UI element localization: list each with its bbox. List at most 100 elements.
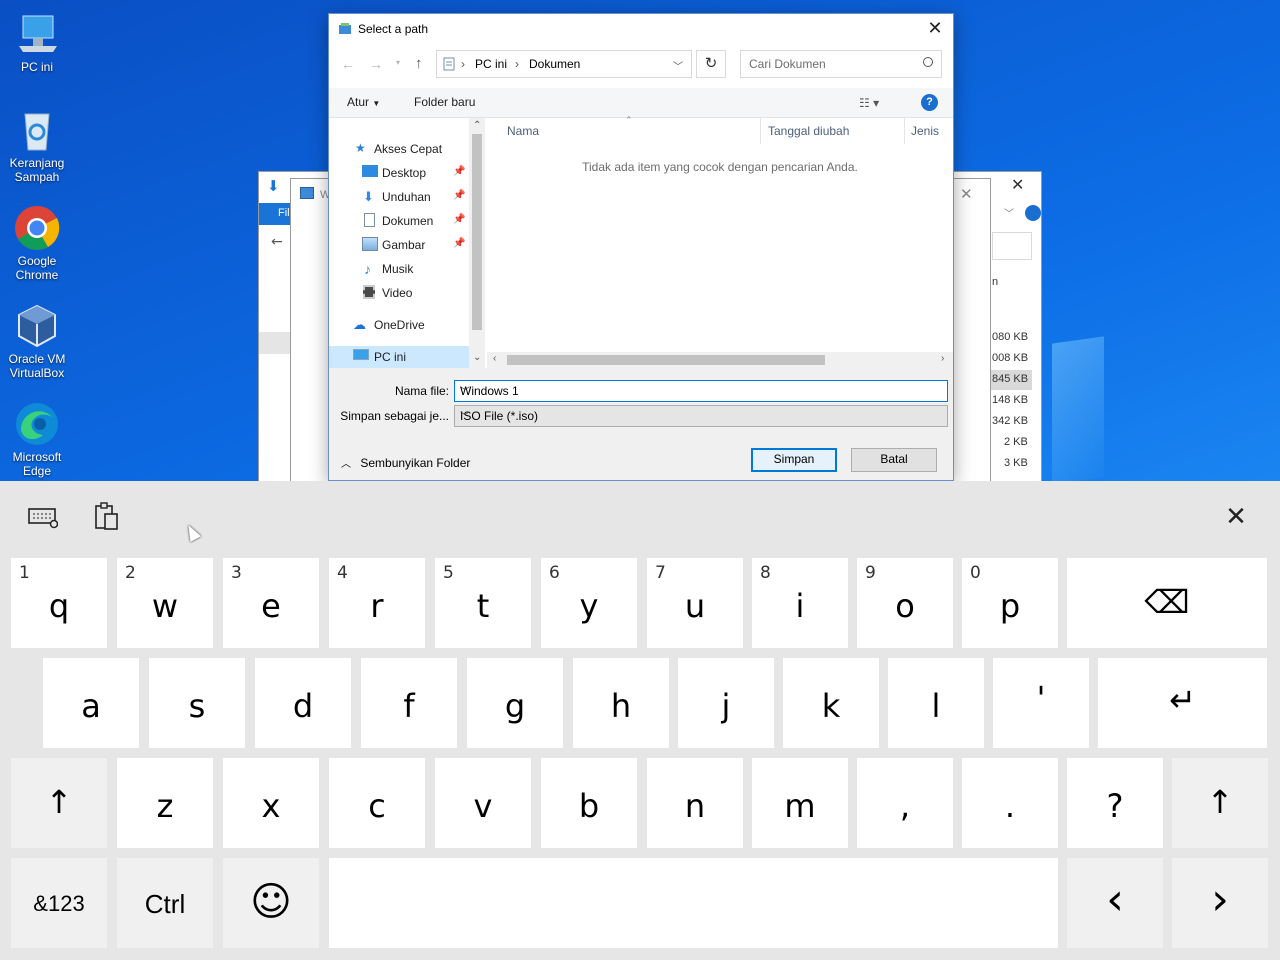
scroll-left-icon[interactable]: ‹ — [493, 353, 496, 364]
column-header-date[interactable]: Tanggal diubah — [768, 124, 849, 138]
key-u[interactable]: 7 u — [647, 558, 743, 648]
view-options-icon[interactable]: ☷ ▾ — [859, 96, 879, 110]
nav-onedrive[interactable]: ☁ OneDrive — [329, 314, 469, 336]
column-divider[interactable] — [760, 118, 761, 144]
key-shift-left[interactable]: ↑ — [11, 758, 107, 848]
desktop-icon-virtualbox[interactable]: Oracle VM VirtualBox — [4, 302, 70, 380]
clipboard-icon[interactable] — [89, 499, 125, 535]
dialog-close-button[interactable]: ✕ — [925, 18, 945, 38]
scroll-thumb[interactable] — [507, 355, 825, 365]
key-q[interactable]: 1 q — [11, 558, 107, 648]
key-space[interactable] — [329, 858, 1058, 948]
save-type-select[interactable]: ISO File (*.iso) ﹀ — [454, 405, 948, 427]
cancel-button[interactable]: Batal — [851, 448, 937, 472]
key-t[interactable]: 5 t — [435, 558, 531, 648]
key-k[interactable]: k — [783, 658, 879, 748]
chevron-down-icon[interactable]: ﹀ — [460, 383, 942, 398]
key-f[interactable]: f — [361, 658, 457, 748]
key-s[interactable]: s — [149, 658, 245, 748]
key-p[interactable]: 0 p — [962, 558, 1058, 648]
close-icon[interactable]: ✕ — [1011, 175, 1024, 194]
address-dropdown-icon[interactable]: ﹀ — [673, 58, 683, 73]
key-g[interactable]: g — [467, 658, 563, 748]
column-header-type[interactable]: Jenis — [911, 124, 939, 138]
desktop-icon-recycle-bin[interactable]: Keranjang Sampah — [4, 106, 70, 184]
help-button[interactable]: ? — [921, 94, 938, 111]
nav-item-documents[interactable]: Dokumen 📌 — [329, 210, 469, 232]
key-a[interactable]: a — [43, 658, 139, 748]
back-arrow-icon[interactable]: ← — [271, 234, 283, 250]
key-apostrophe[interactable]: ' — [993, 658, 1089, 748]
refresh-button[interactable]: ↻ — [696, 50, 726, 78]
key-c[interactable]: c — [329, 758, 425, 848]
breadcrumb-root[interactable]: PC ini — [475, 57, 507, 71]
hide-folders-toggle[interactable]: ︿ Sembunyikan Folder — [341, 455, 470, 470]
key-m[interactable]: m — [752, 758, 848, 848]
key-x[interactable]: x — [223, 758, 319, 848]
scroll-down-icon[interactable]: ⌄ — [473, 352, 481, 363]
horizontal-scrollbar[interactable]: ‹ › — [487, 352, 953, 368]
key-w[interactable]: 2 w — [117, 558, 213, 648]
key-comma[interactable]: , — [857, 758, 953, 848]
key-z[interactable]: z — [117, 758, 213, 848]
column-divider[interactable] — [904, 118, 905, 144]
scroll-thumb[interactable] — [472, 134, 482, 330]
nav-this-pc[interactable]: PC ini — [329, 346, 469, 368]
filename-input[interactable]: Windows 1 ﹀ — [454, 380, 948, 402]
save-button[interactable]: Simpan — [751, 448, 837, 472]
key-e[interactable]: 3 e — [223, 558, 319, 648]
keyboard-settings-icon[interactable] — [25, 499, 61, 535]
nav-item-desktop[interactable]: Desktop 📌 — [329, 162, 469, 184]
new-folder-button[interactable]: Folder baru — [414, 95, 475, 109]
recent-locations-icon[interactable]: ▾ — [396, 58, 400, 67]
key-backspace[interactable]: ⌫ — [1067, 558, 1267, 648]
nav-item-music[interactable]: ♪ Musik — [329, 258, 469, 280]
desktop-icon-this-pc[interactable]: PC ini — [4, 10, 70, 74]
help-icon[interactable] — [1025, 205, 1041, 221]
key-d[interactable]: d — [255, 658, 351, 748]
key-y[interactable]: 6 y — [541, 558, 637, 648]
scroll-right-icon[interactable]: › — [941, 353, 944, 364]
key-arrow-left[interactable]: ‹ — [1067, 858, 1163, 948]
organize-button[interactable]: Atur ▼ — [347, 95, 380, 109]
key-b[interactable]: b — [541, 758, 637, 848]
key-arrow-right[interactable]: › — [1172, 858, 1268, 948]
key-ctrl[interactable]: Ctrl — [117, 858, 213, 948]
nav-item-downloads[interactable]: ⬇ Unduhan 📌 — [329, 186, 469, 208]
keyboard-close-button[interactable]: ✕ — [1218, 499, 1254, 535]
key-l[interactable]: l — [888, 658, 984, 748]
key-symbols[interactable]: &123 — [11, 858, 107, 948]
search-input[interactable]: Cari Dokumen — [740, 50, 942, 78]
nav-quick-access[interactable]: ★ Akses Cepat — [329, 138, 469, 160]
chevron-down-icon[interactable]: ﹀ — [1004, 205, 1014, 220]
key-h[interactable]: h — [573, 658, 669, 748]
key-question[interactable]: ? — [1067, 758, 1163, 848]
key-period[interactable]: . — [962, 758, 1058, 848]
key-shift-right[interactable]: ↑ — [1172, 758, 1268, 848]
close-icon[interactable]: ✕ — [960, 185, 973, 203]
desktop-icon-chrome[interactable]: Google Chrome — [4, 204, 70, 282]
desktop-icon-edge[interactable]: Microsoft Edge — [4, 400, 70, 478]
ribbon-file-tab[interactable]: Fil — [278, 207, 290, 219]
nav-scrollbar[interactable]: ⌃ ⌄ — [469, 118, 485, 368]
key-n[interactable]: n — [647, 758, 743, 848]
dialog-titlebar[interactable]: Select a path ✕ — [329, 14, 953, 44]
key-v[interactable]: v — [435, 758, 531, 848]
key-o[interactable]: 9 o — [857, 558, 953, 648]
forward-icon[interactable]: → — [369, 56, 383, 72]
key-j[interactable]: j — [678, 658, 774, 748]
column-header-name[interactable]: Nama — [507, 124, 539, 138]
breadcrumb-folder[interactable]: Dokumen — [529, 57, 580, 71]
back-icon[interactable]: ← — [341, 56, 355, 72]
address-bar[interactable]: › PC ini › Dokumen ﹀ — [436, 50, 692, 78]
up-icon[interactable]: ↑ — [415, 55, 423, 72]
nav-item-video[interactable]: Video — [329, 282, 469, 304]
key-r[interactable]: 4 r — [329, 558, 425, 648]
key-enter[interactable]: ↵ — [1098, 658, 1267, 748]
key-emoji[interactable]: ☺ — [223, 858, 319, 948]
nav-item-pictures[interactable]: Gambar 📌 — [329, 234, 469, 256]
scroll-up-icon[interactable]: ⌃ — [473, 120, 481, 131]
key-number: 0 — [970, 563, 981, 583]
key-i[interactable]: 8 i — [752, 558, 848, 648]
organize-label: Atur — [347, 95, 370, 109]
